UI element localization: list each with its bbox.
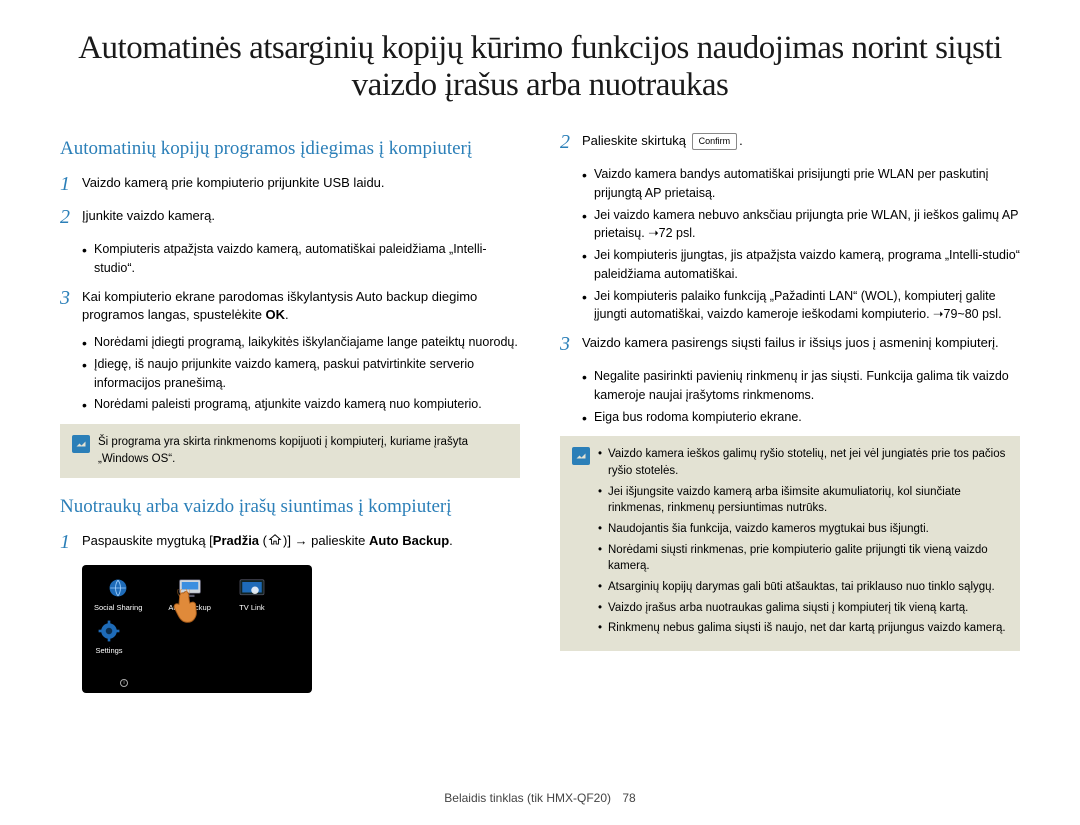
install-step-3: 3 Kai kompiuterio ekrane parodomas iškyl… <box>60 288 520 326</box>
step-text: Vaizdo kamera pasirengs siųsti failus ir… <box>582 334 1020 359</box>
install-step-2: 2 Įjunkite vaizdo kamerą. <box>60 207 520 232</box>
note-icon <box>572 447 590 465</box>
note-icon <box>72 435 90 453</box>
send-step-3: 3 Vaizdo kamera pasirengs siųsti failus … <box>560 334 1020 359</box>
note-item: Vaizdo kamera ieškos galimų ryšio stotel… <box>598 446 1008 479</box>
note-item: Rinkmenų nebus galima siųsti iš naujo, n… <box>598 620 1008 637</box>
bullet-item: Jei vaizdo kamera nebuvo anksčiau prijun… <box>582 206 1020 244</box>
columns: Automatinių kopijų programos įdiegimas į… <box>60 132 1020 693</box>
page-number: 78 <box>622 791 635 805</box>
device-screenshot: Social Sharing Auto Backup TV Link <box>82 565 312 693</box>
touch-hand-icon <box>170 589 204 629</box>
device-tv-link: TV Link <box>237 575 267 612</box>
step-number: 2 <box>560 128 574 157</box>
bullet-item: Įdiegę, iš naujo prijunkite vaizdo kamer… <box>82 355 520 393</box>
confirm-chip: Confirm <box>692 133 738 150</box>
globe-icon <box>103 575 133 601</box>
text: . <box>449 533 453 548</box>
step-text: Kai kompiuterio ekrane parodomas iškylan… <box>82 288 520 326</box>
text: . <box>739 133 743 148</box>
bullet-item: Jei kompiuteris palaiko funkciją „Pažadi… <box>582 287 1020 325</box>
note-text: Ši programa yra skirta rinkmenoms kopiju… <box>98 434 508 467</box>
install-step-2-bullets: Kompiuteris atpažįsta vaizdo kamerą, aut… <box>82 240 520 278</box>
tv-icon <box>237 575 267 601</box>
install-step-1: 1 Vaizdo kamerą prie kompiuterio prijunk… <box>60 174 520 199</box>
pradzia-label: Pradžia <box>213 533 259 548</box>
note-item: Jei išjungsite vaizdo kamerą arba išimsi… <box>598 484 1008 517</box>
step-text: Palieskite skirtuką Confirm. <box>582 132 1020 157</box>
note-limitations: Vaizdo kamera ieškos galimų ryšio stotel… <box>560 436 1020 651</box>
bullet-item: Kompiuteris atpažįsta vaizdo kamerą, aut… <box>82 240 520 278</box>
step-number: 1 <box>60 170 74 199</box>
ok-label: OK <box>266 307 286 322</box>
note-item: Vaizdo įrašus arba nuotraukas galima sių… <box>598 600 1008 617</box>
device-settings: Settings <box>94 618 124 655</box>
bullet-item: Norėdami įdiegti programą, laikykitės iš… <box>82 333 520 352</box>
bullet-item: Norėdami paleisti programą, atjunkite va… <box>82 395 520 414</box>
page-footer: Belaidis tinklas (tik HMX-QF20) 78 <box>0 791 1080 805</box>
send-step-2: 2 Palieskite skirtuką Confirm. <box>560 132 1020 157</box>
step-text: Paspauskite mygtuką [Pradžia ()] → palie… <box>82 532 520 557</box>
step-text: Įjunkite vaizdo kamerą. <box>82 207 520 232</box>
send-step-1: 1 Paspauskite mygtuką [Pradžia ()] → pal… <box>60 532 520 557</box>
step-text: Vaizdo kamerą prie kompiuterio prijunkit… <box>82 174 520 199</box>
page-title: Automatinės atsarginių kopijų kūrimo fun… <box>60 30 1020 104</box>
step-number: 3 <box>60 284 74 326</box>
send-step-3-bullets: Negalite pasirinkti pavienių rinkmenų ir… <box>582 367 1020 426</box>
bullet-item: Eiga bus rodoma kompiuterio ekrane. <box>582 408 1020 427</box>
send-heading: Nuotraukų arba vaizdo įrašų siuntimas į … <box>60 496 520 518</box>
auto-backup-label: Auto Backup <box>369 533 449 548</box>
text: Paspauskite mygtuką [ <box>82 533 213 548</box>
left-column: Automatinių kopijų programos įdiegimas į… <box>60 132 520 693</box>
device-label: Settings <box>95 646 122 655</box>
install-step-3-bullets: Norėdami įdiegti programą, laikykitės iš… <box>82 333 520 414</box>
text: )] <box>283 533 295 548</box>
gear-icon <box>94 618 124 644</box>
info-icon: i <box>120 679 128 687</box>
text: . <box>285 307 289 322</box>
text: Palieskite skirtuką <box>582 133 690 148</box>
note-item: Naudojantis šia funkcija, vaizdo kameros… <box>598 521 1008 538</box>
bullet-item: Vaizdo kamera bandys automatiškai prisij… <box>582 165 1020 203</box>
install-heading: Automatinių kopijų programos įdiegimas į… <box>60 138 520 160</box>
step-number: 1 <box>60 528 74 557</box>
note-windows-os: Ši programa yra skirta rinkmenoms kopiju… <box>60 424 520 477</box>
home-icon <box>267 533 283 547</box>
note-item: Atsarginių kopijų darymas gali būti atša… <box>598 579 1008 596</box>
device-label: TV Link <box>239 603 264 612</box>
step-number: 3 <box>560 330 574 359</box>
footer-section: Belaidis tinklas (tik HMX-QF20) <box>444 791 611 805</box>
bullet-item: Negalite pasirinkti pavienių rinkmenų ir… <box>582 367 1020 405</box>
right-column: 2 Palieskite skirtuką Confirm. Vaizdo ka… <box>560 132 1020 693</box>
device-label: Social Sharing <box>94 603 142 612</box>
text: ( <box>259 533 267 548</box>
note-item: Norėdami siųsti rinkmenas, prie kompiute… <box>598 542 1008 575</box>
device-social-sharing: Social Sharing <box>94 575 142 612</box>
text: palieskite <box>308 533 369 548</box>
step-number: 2 <box>60 203 74 232</box>
note-body: Vaizdo kamera ieškos galimų ryšio stotel… <box>598 446 1008 641</box>
send-step-2-bullets: Vaizdo kamera bandys automatiškai prisij… <box>582 165 1020 324</box>
bullet-item: Jei kompiuteris įjungtas, jis atpažįsta … <box>582 246 1020 284</box>
arrow-icon: → <box>295 532 308 551</box>
